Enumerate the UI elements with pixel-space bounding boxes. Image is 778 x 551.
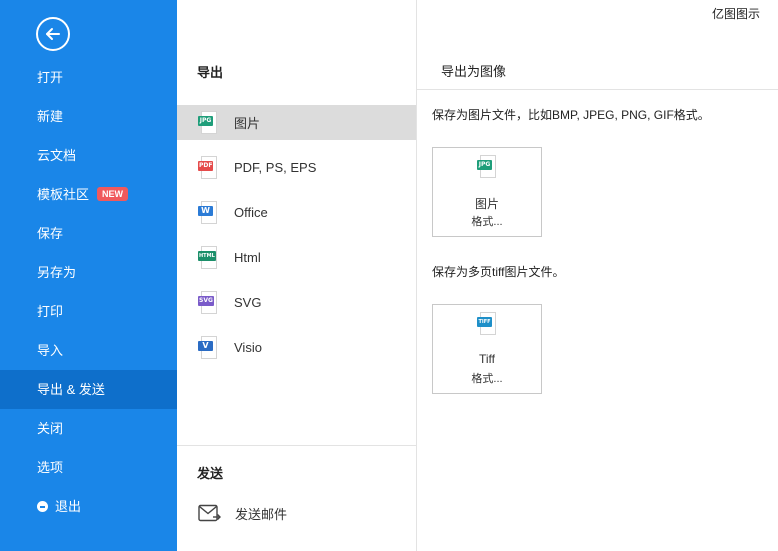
- word-file-icon: W: [198, 201, 217, 224]
- export-item-label: Office: [234, 205, 268, 220]
- new-badge: NEW: [97, 187, 129, 201]
- tiff-file-icon: TIFF: [477, 312, 496, 335]
- export-item-label: Visio: [234, 340, 262, 355]
- sidebar-item-label: 打印: [37, 304, 64, 319]
- sidebar-item-import[interactable]: 导入: [0, 331, 177, 370]
- tiff-description: 保存为多页tiff图片文件。: [432, 265, 565, 279]
- html-file-icon: HTML: [198, 246, 217, 269]
- export-item-label: 图片: [234, 116, 261, 131]
- export-item-office[interactable]: W Office: [177, 195, 416, 230]
- sidebar-item-save[interactable]: 保存: [0, 214, 177, 253]
- card-label: Tiff: [478, 352, 495, 366]
- detail-title: 导出为图像: [441, 64, 507, 79]
- send-email-label: 发送邮件: [235, 506, 288, 522]
- export-item-image[interactable]: JPG 图片: [177, 105, 416, 140]
- sidebar-item-template-community[interactable]: 模板社区 NEW: [0, 175, 177, 214]
- arrow-left-icon: [46, 28, 60, 40]
- svg-file-icon: SVG: [198, 291, 217, 314]
- sidebar-item-export-send[interactable]: 导出 & 发送: [0, 370, 177, 409]
- pdf-file-icon: PDF: [198, 156, 217, 179]
- minus-circle-icon: [37, 501, 48, 512]
- export-item-label: Html: [234, 250, 261, 265]
- jpg-file-icon: JPG: [477, 155, 496, 178]
- card-sublabel: 格式...: [471, 216, 503, 228]
- detail-panel: 导出为图像 保存为图片文件，比如BMP, JPEG, PNG, GIF格式。 J…: [417, 0, 778, 551]
- export-item-svg[interactable]: SVG SVG: [177, 285, 416, 320]
- sidebar-item-new[interactable]: 新建: [0, 97, 177, 136]
- export-panel: 导出 JPG 图片 PDF PDF, PS, EPS W Office HTML…: [177, 0, 417, 551]
- sidebar-item-label: 导入: [37, 343, 64, 358]
- visio-file-icon: V: [198, 336, 217, 359]
- sidebar-item-close[interactable]: 关闭: [0, 409, 177, 448]
- export-item-pdf[interactable]: PDF PDF, PS, EPS: [177, 150, 416, 185]
- export-item-label: PDF, PS, EPS: [234, 160, 317, 175]
- sidebar-item-open[interactable]: 打开: [0, 58, 177, 97]
- sidebar-item-label: 另存为: [37, 265, 77, 280]
- sidebar-item-label: 关闭: [37, 421, 64, 436]
- export-section-title: 导出: [197, 65, 224, 80]
- sidebar-item-label: 打开: [37, 70, 64, 85]
- jpg-file-icon: JPG: [198, 111, 217, 134]
- sidebar-item-cloud-docs[interactable]: 云文档: [0, 136, 177, 175]
- image-format-button[interactable]: JPG 图片 格式...: [432, 147, 542, 237]
- image-description: 保存为图片文件，比如BMP, JPEG, PNG, GIF格式。: [432, 108, 710, 122]
- divider: [177, 445, 416, 446]
- card-label: 图片: [474, 197, 499, 211]
- tiff-format-button[interactable]: TIFF Tiff 格式...: [432, 304, 542, 394]
- sidebar-item-label: 保存: [37, 226, 64, 241]
- export-item-html[interactable]: HTML Html: [177, 240, 416, 275]
- sidebar-item-save-as[interactable]: 另存为: [0, 253, 177, 292]
- sidebar-item-label: 退出: [55, 499, 82, 514]
- sidebar-item-exit[interactable]: 退出: [0, 487, 177, 526]
- send-section-title: 发送: [197, 466, 224, 481]
- envelope-icon: [198, 504, 221, 521]
- divider: [417, 89, 778, 90]
- card-sublabel: 格式...: [471, 373, 503, 385]
- sidebar-item-label: 导出 & 发送: [37, 382, 105, 397]
- sidebar-item-print[interactable]: 打印: [0, 292, 177, 331]
- sidebar-item-label: 选项: [37, 460, 64, 475]
- sidebar-item-options[interactable]: 选项: [0, 448, 177, 487]
- sidebar: 打开 新建 云文档 模板社区 NEW 保存 另存为 打印 导入 导出 & 发送 关…: [0, 0, 177, 551]
- sidebar-item-label: 新建: [37, 109, 64, 124]
- back-button[interactable]: [36, 17, 70, 51]
- sidebar-item-label: 模板社区: [37, 187, 90, 202]
- send-email-item[interactable]: 发送邮件: [177, 495, 416, 531]
- export-item-visio[interactable]: V Visio: [177, 330, 416, 365]
- sidebar-item-label: 云文档: [37, 148, 77, 163]
- export-item-label: SVG: [234, 295, 262, 310]
